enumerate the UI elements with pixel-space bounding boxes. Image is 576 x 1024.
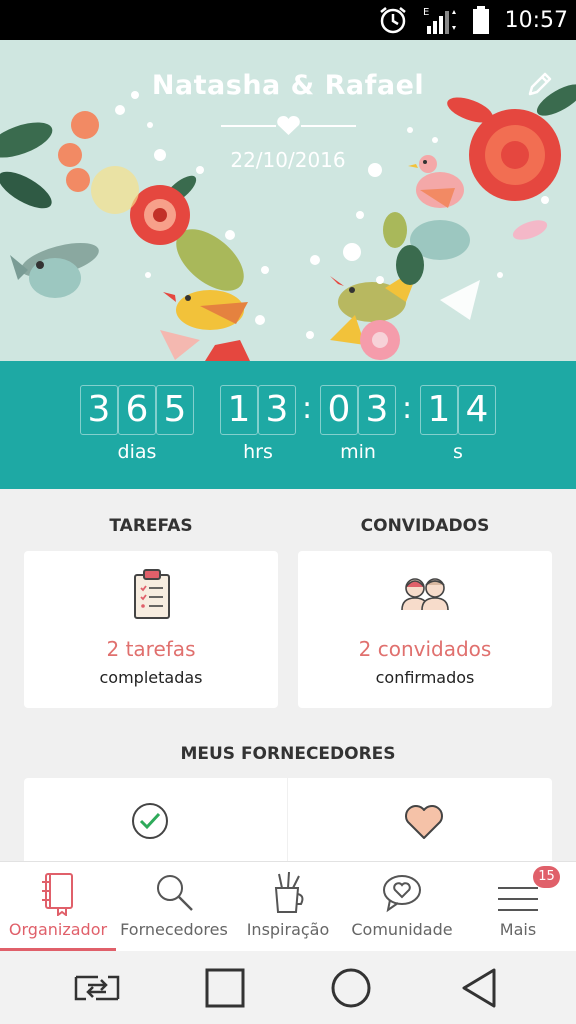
checkmark-icon — [132, 803, 168, 839]
tasks-count: 2 tarefas — [106, 637, 196, 661]
svg-text:E: E — [423, 7, 429, 18]
guests-count: 2 convidados — [358, 637, 492, 661]
chat-heart-icon — [383, 875, 421, 913]
guests-card[interactable]: 2 convidados confirmados — [298, 551, 552, 708]
tasks-card[interactable]: 2 tarefas completadas — [24, 551, 278, 708]
tools-cup-icon — [274, 871, 304, 913]
nav-inspiracao[interactable]: Inspiração — [232, 862, 344, 952]
back-icon[interactable] — [456, 965, 506, 1011]
bottom-nav: Organizador Fornecedores Inspiração Comu… — [0, 861, 576, 951]
nav-label: Organizador — [8, 920, 108, 939]
couple-icon — [401, 578, 449, 611]
countdown: 3 6 5 1 3 : 0 3 : 1 4 dias hrs min s — [0, 361, 576, 489]
switch-app-icon[interactable] — [72, 965, 122, 1011]
countdown-digit: 3 — [258, 385, 296, 435]
countdown-digit: 4 — [458, 385, 496, 435]
battery-icon — [472, 6, 489, 34]
status-time: 10:57 — [504, 7, 568, 33]
countdown-label-hours: hrs — [243, 441, 273, 463]
alarm-icon — [379, 7, 406, 34]
countdown-label-seconds: s — [453, 441, 463, 463]
tasks-status: completadas — [99, 668, 203, 687]
notification-badge: 15 — [533, 866, 560, 888]
countdown-digit: 5 — [156, 385, 194, 435]
nav-label: Comunidade — [351, 920, 453, 939]
tasks-title: TAREFAS — [109, 516, 193, 536]
home-icon[interactable] — [326, 965, 376, 1011]
system-nav-bar — [0, 951, 576, 1024]
heart-divider — [221, 115, 356, 135]
couple-names: Natasha & Rafael — [151, 70, 425, 101]
notebook-icon — [42, 873, 73, 916]
clipboard-icon — [134, 569, 170, 619]
countdown-colon: : — [402, 391, 413, 426]
nav-comunidade[interactable]: Comunidade — [344, 862, 460, 952]
countdown-digit: 6 — [118, 385, 156, 435]
guests-title: CONVIDADOS — [360, 516, 490, 536]
nav-label: Mais — [499, 920, 537, 939]
status-bar: E 10:57 — [0, 0, 576, 40]
countdown-label-minutes: min — [340, 441, 376, 463]
vendors-hired-card[interactable] — [24, 778, 287, 868]
countdown-label-days: dias — [117, 441, 157, 463]
vendors-favorites-card[interactable] — [288, 778, 552, 868]
countdown-digit: 1 — [420, 385, 458, 435]
nav-organizador[interactable]: Organizador — [0, 862, 116, 952]
countdown-digit: 3 — [80, 385, 118, 435]
nav-fornecedores[interactable]: Fornecedores — [116, 862, 232, 952]
countdown-digit: 0 — [320, 385, 358, 435]
guests-status: confirmados — [375, 668, 475, 687]
countdown-digit: 1 — [220, 385, 258, 435]
countdown-digit: 3 — [358, 385, 396, 435]
signal-icon: E — [423, 7, 456, 34]
heart-icon — [405, 805, 443, 839]
countdown-colon: : — [302, 391, 313, 426]
vendors-title: MEUS FORNECEDORES — [180, 744, 396, 764]
nav-label: Inspiração — [246, 920, 330, 939]
nav-label: Fornecedores — [120, 920, 228, 939]
wedding-header: Natasha & Rafael 22/10/2016 — [0, 40, 576, 361]
recents-icon[interactable] — [200, 965, 250, 1011]
wedding-date: 22/10/2016 — [230, 148, 346, 172]
search-icon — [157, 875, 193, 911]
edit-icon[interactable] — [526, 70, 554, 98]
